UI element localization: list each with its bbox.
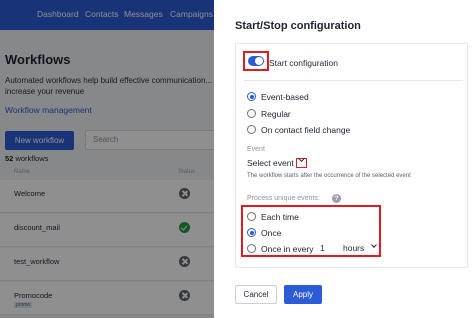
radio-label-once-in-every: Once in every [261,244,314,254]
radio-label-regular: Regular [261,109,291,119]
start-configuration-label: Start configuration [269,58,338,68]
radio-label-once: Once [261,228,282,238]
event-select-chevron-highlight[interactable] [296,154,307,168]
event-label: Event [247,146,265,153]
radio-event-based[interactable] [247,92,256,101]
panel-title: Start/Stop configuration [235,20,361,32]
radio-once-in-every[interactable] [247,244,256,253]
radio-regular[interactable] [247,109,256,118]
radio-label-contact-field-change: On contact field change [261,125,351,135]
help-question-icon[interactable]: ? [332,194,341,203]
event-help-text: The workflow starts after the occurrence… [247,173,411,179]
start-configuration-toggle[interactable] [248,56,264,66]
interval-input[interactable]: 1 [320,243,340,253]
radio-label-event-based: Event-based [261,92,309,102]
apply-button[interactable]: Apply [284,285,322,304]
toggle-knob [255,57,263,65]
interval-unit-select[interactable]: hours [343,243,364,253]
radio-once[interactable] [247,228,256,237]
unique-events-label: Process unique events: [247,195,320,202]
configuration-section: Start configuration Event-based Regular … [235,43,468,268]
chevron-down-icon [297,154,305,163]
radio-each-time[interactable] [247,212,256,221]
radio-contact-field-change[interactable] [247,125,256,134]
start-stop-panel: Start/Stop configuration Start configura… [214,0,474,318]
divider [244,80,463,81]
cancel-button[interactable]: Cancel [235,285,277,304]
event-select[interactable]: Select event [247,158,294,168]
radio-label-each-time: Each time [261,212,299,222]
toggle-highlight [243,51,269,71]
